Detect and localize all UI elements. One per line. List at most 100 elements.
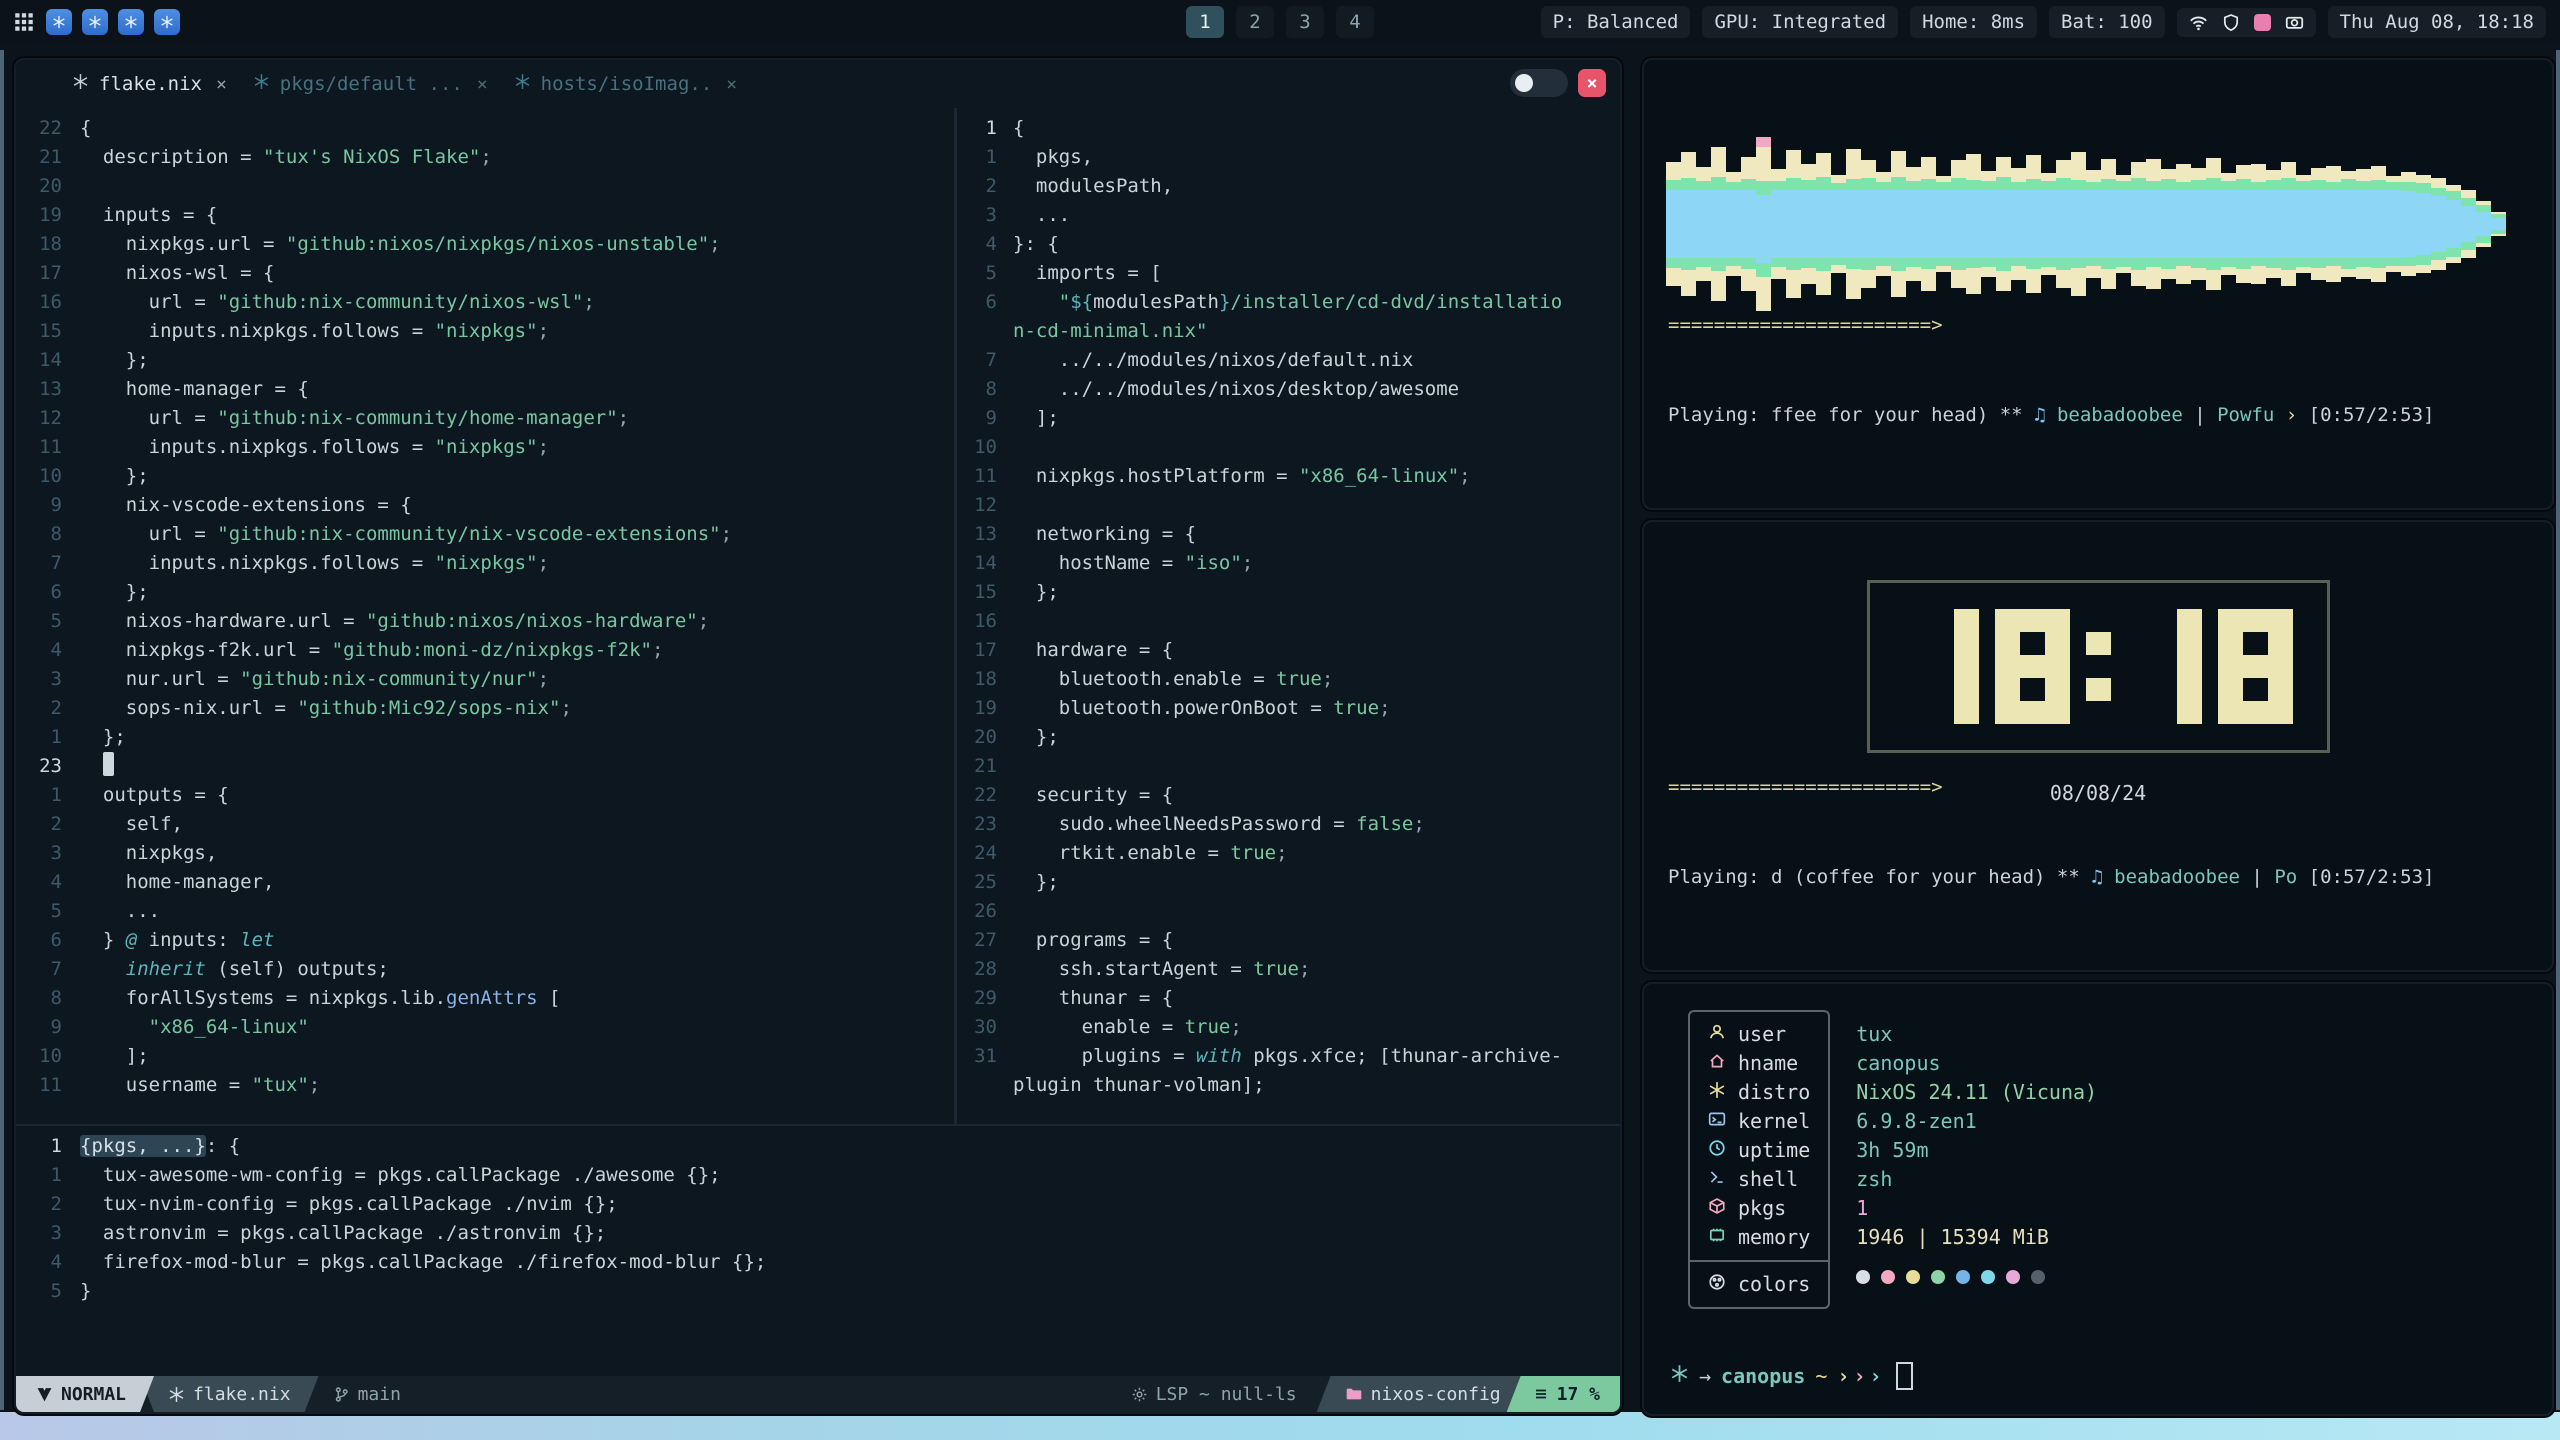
code-text: ]; (1013, 404, 1059, 433)
code-line: 9 "x86_64-linux" (16, 1013, 954, 1042)
code-line: 5 nixos-hardware.url = "github:nixos/nix… (16, 607, 954, 636)
statusline-branch[interactable]: main (313, 1376, 421, 1412)
code-text: }; (80, 723, 126, 752)
palette-dot (1956, 1270, 1970, 1284)
line-number: 9 (16, 491, 80, 520)
tag-icon-4[interactable] (154, 9, 180, 35)
workspace-button-2[interactable]: 2 (1236, 6, 1274, 38)
code-text: thunar = { (1013, 984, 1173, 1013)
shell-prompt[interactable]: →canopus~››› (1670, 1362, 1913, 1390)
line-number: 5 (16, 1277, 80, 1306)
statusline-project[interactable]: nixos-config (1317, 1376, 1521, 1412)
line-number: 3 (16, 1219, 80, 1248)
line-number: 2 (16, 1190, 80, 1219)
clock-digit (2218, 609, 2293, 724)
fetch-value-distro: NixOS 24.11 (Vicuna) (1856, 1078, 2097, 1107)
shell-icon (1708, 1165, 1726, 1194)
clock-window: 08/08/24 =======================> Playin… (1642, 520, 2554, 972)
fetch-row-memory: memory (1690, 1223, 1828, 1252)
tab-pkgs-default-[interactable]: pkgs/default ... × (253, 73, 488, 95)
statusline-file[interactable]: flake.nix (140, 1376, 319, 1412)
code-text: ]; (80, 1042, 149, 1071)
topbar-icon-cluster (2177, 8, 2316, 37)
code-line: 17 hardware = { (957, 636, 1620, 665)
tab-close-icon[interactable]: × (216, 74, 227, 95)
code-text: firefox-mod-blur = pkgs.callPackage ./fi… (80, 1248, 766, 1277)
code-line: 4}: { (957, 230, 1620, 259)
code-line: 11 nixpkgs.hostPlatform = "x86_64-linux"… (957, 462, 1620, 491)
tab-close-icon[interactable]: × (726, 74, 737, 95)
pane-iso-image[interactable]: 1{1 pkgs,2 modulesPath,3 ...4}: {5 impor… (957, 108, 1620, 1130)
titlebar-controls: × (1510, 69, 1606, 97)
tag-icon-2[interactable] (82, 9, 108, 35)
statusline-lsp: LSP ~ null-ls (1111, 1376, 1317, 1412)
network-icon[interactable] (2189, 13, 2208, 32)
code-text: }; (80, 462, 149, 491)
code-text: outputs = { (80, 781, 229, 810)
code-line: 11 inputs.nixpkgs.follows = "nixpkgs"; (16, 433, 954, 462)
color-picker-icon[interactable] (2254, 14, 2271, 31)
nix-file-icon (514, 73, 531, 95)
editor-tabs: flake.nix×pkgs/default ...×hosts/isoImag… (16, 60, 1620, 108)
prompt-chevron: › (1853, 1364, 1865, 1388)
statusline-position: 17 % (1507, 1376, 1620, 1412)
line-number: 22 (16, 114, 80, 143)
code-line: 5 imports = [ (957, 259, 1620, 288)
code-line: 17 nixos-wsl = { (16, 259, 954, 288)
screenshot-icon[interactable] (2285, 13, 2304, 32)
code-line: 4 home-manager, (16, 868, 954, 897)
code-text: nix-vscode-extensions = { (80, 491, 412, 520)
line-number: 1 (957, 143, 1013, 172)
fetch-value-uptime: 3h 59m (1856, 1136, 2097, 1165)
code-text: description = "tux's NixOS Flake"; (80, 143, 492, 172)
code-text: nixpkgs.url = "github:nixos/nixpkgs/nixo… (80, 230, 721, 259)
code-text: nur.url = "github:nix-community/nur"; (80, 665, 549, 694)
line-number: 19 (16, 201, 80, 230)
tab-label: pkgs/default ... (280, 73, 463, 95)
gpu-status: GPU: Integrated (1702, 6, 1898, 38)
terminal-cursor[interactable] (1896, 1362, 1913, 1390)
code-text: nixpkgs.hostPlatform = "x86_64-linux"; (1013, 462, 1471, 491)
code-text: plugin thunar-volman]; (1013, 1071, 1265, 1100)
code-text: nixos-wsl = { (80, 259, 274, 288)
prompt-os-icon (1670, 1364, 1689, 1388)
clock-digit (1995, 609, 2070, 724)
tab-flake-nix[interactable]: flake.nix× (72, 73, 227, 95)
code-text: "${modulesPath}/installer/cd-dvd/install… (1013, 288, 1562, 317)
code-text: astronvim = pkgs.callPackage ./astronvim… (80, 1219, 606, 1248)
desktop: 1234 P: BalancedGPU: IntegratedHome: 8ms… (0, 0, 2560, 1440)
pane-pkgs-default[interactable]: 1{pkgs, ...}: {1 tux-awesome-wm-config =… (16, 1126, 1620, 1376)
wallpaper-edge-left (0, 50, 4, 1410)
tag-icons (46, 9, 180, 35)
shield-icon[interactable] (2222, 13, 2240, 31)
workspace-button-4[interactable]: 4 (1336, 6, 1374, 38)
code-line: 23 (16, 752, 954, 781)
titlebar-toggle[interactable] (1510, 69, 1568, 97)
tab-close-icon[interactable]: × (477, 74, 488, 95)
line-number: 31 (957, 1042, 1013, 1071)
prompt-arrow: → (1699, 1364, 1711, 1388)
tab-hosts-isoimag-[interactable]: hosts/isoImag..× (514, 73, 737, 95)
workspace-button-3[interactable]: 3 (1286, 6, 1324, 38)
window-close-button[interactable]: × (1578, 69, 1606, 97)
app-launcher-icon[interactable] (14, 12, 34, 32)
workspace-button-1[interactable]: 1 (1186, 6, 1224, 38)
fetch-value-kernel: 6.9.8-zen1 (1856, 1107, 2097, 1136)
wave-column (2491, 212, 2506, 236)
fetch-row-kernel: kernel (1690, 1107, 1828, 1136)
distro-icon (1708, 1078, 1726, 1107)
code-text: nixpkgs-f2k.url = "github:moni-dz/nixpkg… (80, 636, 663, 665)
pane-flake-nix[interactable]: 22{21 description = "tux's NixOS Flake";… (16, 108, 954, 1130)
fetch-value-user: tux (1856, 1020, 2097, 1049)
line-number: 17 (957, 636, 1013, 665)
code-text: }; (1013, 723, 1059, 752)
code-line: 1{ (957, 114, 1620, 143)
now-playing-text: Playing: d (coffee for your head) ** ♫ b… (1668, 862, 2528, 892)
fetch-row-user: user (1690, 1020, 1828, 1049)
code-line: 29 thunar = { (957, 984, 1620, 1013)
tag-icon-3[interactable] (118, 9, 144, 35)
line-number: 9 (16, 1013, 80, 1042)
fetch-label: memory (1738, 1223, 1810, 1252)
tag-icon-1[interactable] (46, 9, 72, 35)
editor-splits: 22{21 description = "tux's NixOS Flake";… (16, 108, 1620, 1376)
